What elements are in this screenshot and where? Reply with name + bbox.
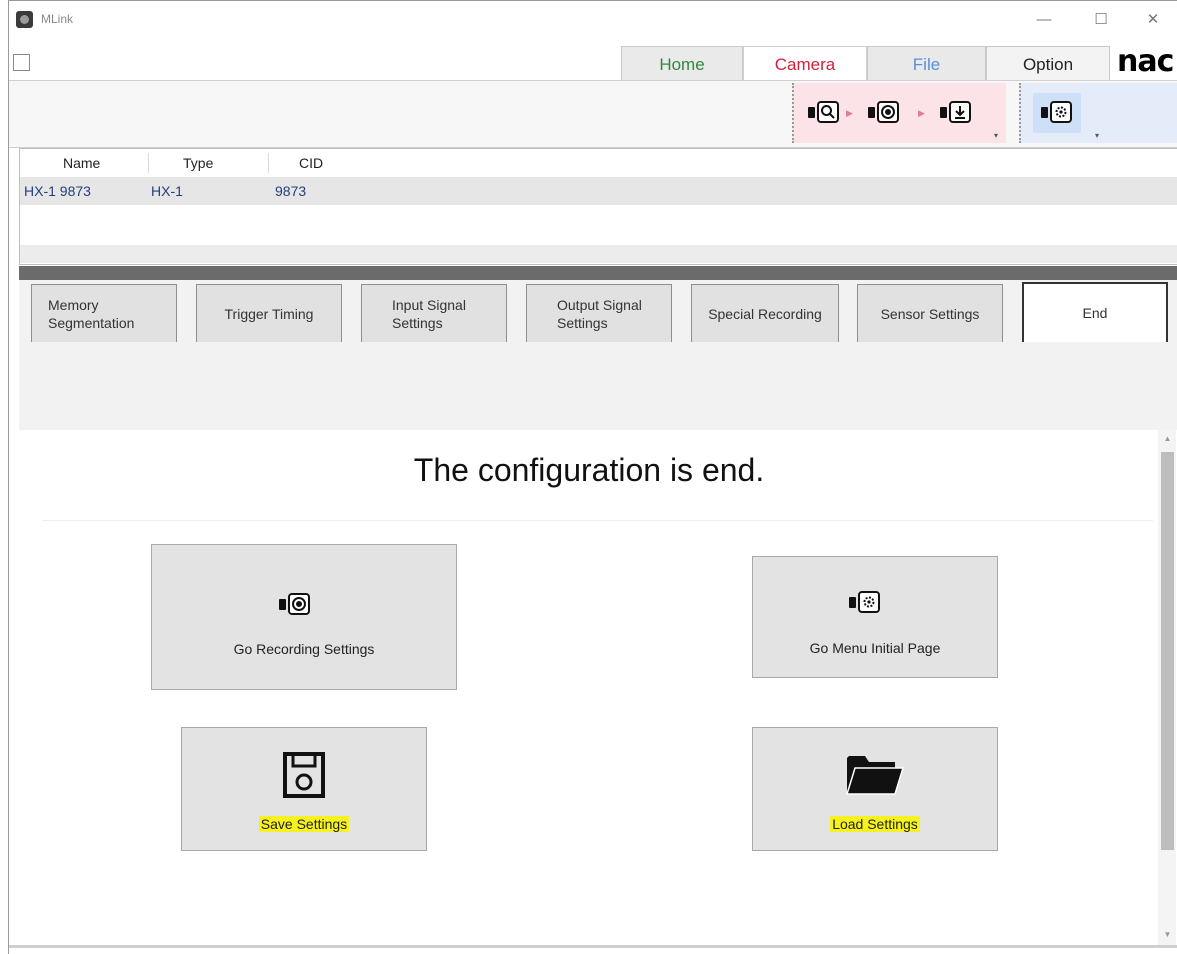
cell-cid: 9873 bbox=[275, 183, 307, 199]
button-label: Go Recording Settings bbox=[233, 641, 375, 657]
minimize-button[interactable]: — bbox=[1029, 9, 1059, 31]
window-bottom-edge bbox=[9, 945, 1177, 948]
maximize-button[interactable]: ☐ bbox=[1086, 9, 1116, 31]
mlink-window: MLink — ☐ ✕ Home Camera File Option nac bbox=[8, 0, 1177, 954]
list-footer bbox=[20, 245, 1177, 263]
load-settings-button[interactable]: Load Settings bbox=[752, 727, 998, 851]
camera-record-button[interactable] bbox=[868, 101, 902, 125]
step-tab-output-signal[interactable]: Output Signal Settings bbox=[526, 284, 672, 342]
tab-option[interactable]: Option bbox=[986, 46, 1110, 80]
scroll-thumb[interactable] bbox=[1161, 452, 1174, 850]
step-tab-sensor-settings[interactable]: Sensor Settings bbox=[857, 284, 1003, 342]
column-header-name[interactable]: Name bbox=[63, 155, 100, 171]
go-recording-settings-button[interactable]: Go Recording Settings bbox=[151, 544, 457, 690]
tab-home[interactable]: Home bbox=[621, 46, 743, 80]
step-tab-label: Trigger Timing bbox=[224, 305, 314, 322]
ribbon-toolbar: ▶ ▶ ▾ ▾ bbox=[9, 81, 1177, 148]
step-tab-label: Sensor Settings bbox=[880, 305, 980, 322]
cell-type: HX-1 bbox=[151, 183, 183, 199]
camera-workflow-group: ▶ ▶ ▾ bbox=[792, 83, 1006, 143]
camera-list: Name Type CID HX-1 9873 HX-1 9873 bbox=[19, 148, 1177, 265]
group-expand-icon[interactable]: ▾ bbox=[1095, 131, 1099, 140]
column-header-cid[interactable]: CID bbox=[299, 155, 323, 171]
floppy-disk-icon bbox=[283, 752, 325, 798]
button-label: Save Settings bbox=[258, 816, 350, 832]
step-tab-memory-segmentation[interactable]: Memory Segmentation bbox=[31, 284, 177, 342]
end-page: The configuration is end. Go Recording S… bbox=[19, 430, 1177, 945]
step-tab-label: Special Recording bbox=[708, 305, 822, 322]
save-settings-button[interactable]: Save Settings bbox=[181, 727, 427, 851]
divider bbox=[43, 520, 1153, 521]
folder-icon bbox=[845, 756, 905, 795]
step-tab-end[interactable]: End bbox=[1022, 282, 1168, 342]
group-expand-icon[interactable]: ▾ bbox=[994, 131, 998, 140]
column-separator bbox=[268, 153, 269, 173]
flow-arrow-icon: ▶ bbox=[918, 108, 925, 118]
tab-camera[interactable]: Camera bbox=[743, 46, 867, 80]
button-label: Load Settings bbox=[830, 816, 920, 832]
cell-name: HX-1 9873 bbox=[24, 183, 91, 199]
step-tab-input-signal[interactable]: Input Signal Settings bbox=[361, 284, 507, 342]
step-tab-special-recording[interactable]: Special Recording bbox=[691, 284, 839, 342]
scroll-down-icon[interactable]: ▼ bbox=[1161, 930, 1174, 939]
camera-settings-button[interactable] bbox=[1033, 93, 1081, 133]
step-tab-label: Output Signal Settings bbox=[557, 296, 642, 331]
step-tab-label: Input Signal Settings bbox=[392, 296, 466, 331]
step-tab-label: End bbox=[1082, 305, 1108, 321]
camera-search-button[interactable] bbox=[808, 101, 842, 125]
vertical-scrollbar[interactable]: ▲ ▼ bbox=[1158, 430, 1176, 945]
close-button[interactable]: ✕ bbox=[1138, 9, 1168, 31]
go-menu-initial-page-button[interactable]: Go Menu Initial Page bbox=[752, 556, 998, 678]
window-title: MLink bbox=[41, 12, 74, 26]
app-icon bbox=[16, 11, 33, 28]
panel-checkbox[interactable] bbox=[13, 54, 30, 71]
panel-splitter[interactable] bbox=[19, 266, 1177, 280]
step-tab-trigger-timing[interactable]: Trigger Timing bbox=[196, 284, 342, 342]
scroll-up-icon[interactable]: ▲ bbox=[1161, 434, 1174, 443]
column-header-type[interactable]: Type bbox=[183, 155, 213, 171]
camera-settings-group: ▾ bbox=[1019, 83, 1177, 143]
flow-arrow-icon: ▶ bbox=[846, 108, 853, 118]
table-row[interactable]: HX-1 9873 HX-1 9873 bbox=[20, 177, 1177, 205]
button-label: Go Menu Initial Page bbox=[809, 640, 941, 656]
page-title: The configuration is end. bbox=[413, 452, 765, 488]
ribbon-tab-row: Home Camera File Option nac bbox=[9, 44, 1177, 81]
column-separator bbox=[148, 153, 149, 173]
step-tab-label: Memory Segmentation bbox=[48, 296, 135, 331]
tab-file[interactable]: File bbox=[867, 46, 986, 80]
step-tabs: Memory Segmentation Trigger Timing Input … bbox=[19, 280, 1177, 430]
nac-logo: nac bbox=[1117, 44, 1174, 79]
camera-download-button[interactable] bbox=[940, 101, 974, 125]
title-bar: MLink — ☐ ✕ bbox=[9, 1, 1177, 45]
